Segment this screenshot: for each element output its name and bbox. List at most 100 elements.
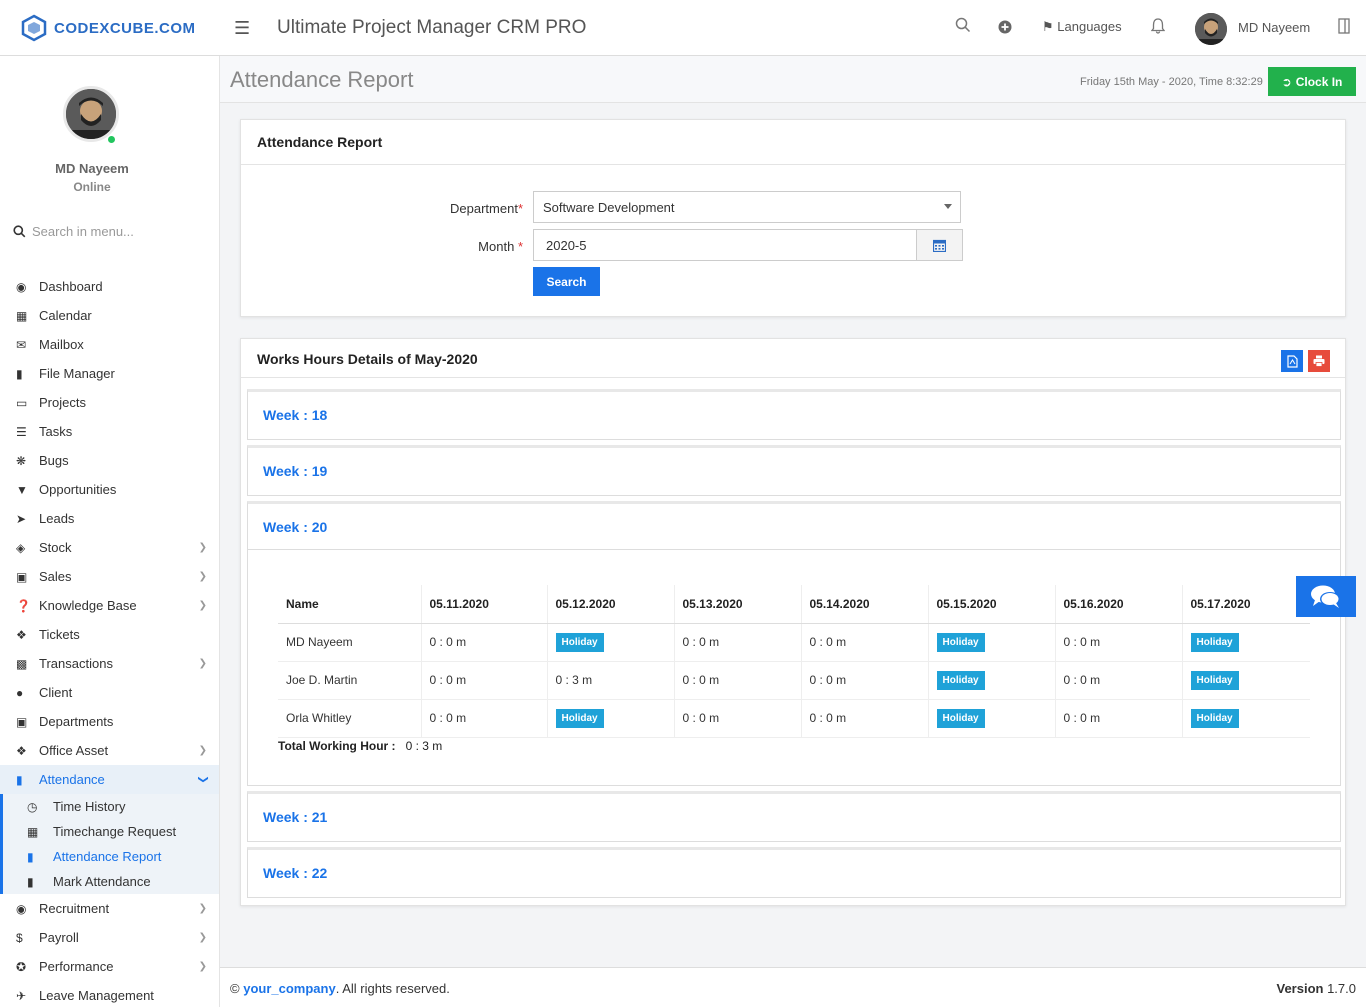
logo[interactable]: CODEXCUBE.COM xyxy=(20,14,196,42)
sidebar-avatar[interactable] xyxy=(63,86,119,142)
app-title: Ultimate Project Manager CRM PRO xyxy=(277,17,587,38)
search-icon[interactable] xyxy=(955,17,971,33)
week-panel[interactable]: Week : 18 xyxy=(247,389,1341,440)
hours-cell: 0 : 0 m xyxy=(1054,623,1182,662)
pdf-export-button[interactable] xyxy=(1281,350,1303,372)
search-button[interactable]: Search xyxy=(533,267,600,296)
menu-toggle-icon[interactable]: ☰ xyxy=(234,18,250,39)
holiday-cell: Holiday xyxy=(927,623,1055,662)
department-select[interactable]: Software Development xyxy=(533,191,961,223)
column-header: 05.15.2020 xyxy=(927,585,1055,624)
total-working-hour-value: 0 : 3 m xyxy=(405,739,443,753)
submenu-item-label: Timechange Request xyxy=(53,824,177,839)
sidebar-item-bugs[interactable]: ❋ Bugs xyxy=(0,446,219,475)
layers-icon: ◈ xyxy=(16,540,26,555)
sidebar-item-calendar[interactable]: ▦ Calendar xyxy=(0,301,219,330)
submenu-item-timechange-request[interactable]: ▦ Timechange Request xyxy=(3,819,219,844)
sidebar-item-knowledge-base[interactable]: ❓ Knowledge Base ❯ xyxy=(0,591,219,620)
sidebar-item-stock[interactable]: ◈ Stock ❯ xyxy=(0,533,219,562)
sidebar-item-leave-management[interactable]: ✈ Leave Management xyxy=(0,981,219,1007)
sidebar-item-performance[interactable]: ✪ Performance ❯ xyxy=(0,952,219,981)
sidebar-search-input[interactable]: Search in menu... xyxy=(32,224,134,239)
user-avatar[interactable] xyxy=(1195,13,1227,45)
chat-button[interactable] xyxy=(1296,576,1356,617)
sidebar-toggle-icon[interactable] xyxy=(1338,18,1350,34)
week-title[interactable]: Week : 21 xyxy=(248,794,1340,840)
top-user-name[interactable]: MD Nayeem xyxy=(1238,20,1310,35)
dollar-icon: $ xyxy=(16,930,23,945)
envelope-icon: ✉ xyxy=(16,337,27,352)
holiday-badge: Holiday xyxy=(555,708,604,728)
file-icon: ▮ xyxy=(16,366,23,381)
cube-icon: ❖ xyxy=(16,743,27,758)
submenu-item-attendance-report[interactable]: ▮ Attendance Report xyxy=(3,844,219,869)
sidebar-item-client[interactable]: ● Client xyxy=(0,678,219,707)
sidebar-item-file-manager[interactable]: ▮ File Manager xyxy=(0,359,219,388)
sidebar-item-mailbox[interactable]: ✉ Mailbox xyxy=(0,330,219,359)
week-panel[interactable]: Week : 19 xyxy=(247,445,1341,496)
table-row: Joe D. Martin 0 : 0 m 0 : 3 m 0 : 0 m 0 … xyxy=(278,661,1310,700)
works-hours-header: Works Hours Details of May-2020 xyxy=(241,339,1345,378)
month-label: Month * xyxy=(401,239,523,254)
sidebar-item-label: Stock xyxy=(39,540,72,555)
avatar-image-icon xyxy=(66,89,116,139)
employee-name: Joe D. Martin xyxy=(278,661,421,700)
company-link[interactable]: your_company xyxy=(243,981,335,996)
sidebar-item-tasks[interactable]: ☰ Tasks xyxy=(0,417,219,446)
sidebar-item-projects[interactable]: ▭ Projects xyxy=(0,388,219,417)
week-title[interactable]: Week : 19 xyxy=(248,448,1340,494)
comments-icon xyxy=(1311,585,1340,608)
filter-icon: ▼ xyxy=(16,482,28,497)
week-title[interactable]: Week : 20 xyxy=(248,504,1340,550)
required-mark: * xyxy=(517,239,523,254)
sidebar-menu: ◉ Dashboard ▦ Calendar ✉ Mailbox ▮ File Mana… xyxy=(0,272,219,1007)
sidebar-item-label: Bugs xyxy=(39,453,69,468)
hours-cell: 0 : 0 m xyxy=(673,661,801,700)
sidebar-item-recruitment[interactable]: ◉ Recruitment ❯ xyxy=(0,894,219,923)
works-hours-panel: Works Hours Details of May-2020 Week : 1… xyxy=(240,338,1346,906)
sidebar-item-opportunities[interactable]: ▼ Opportunities xyxy=(0,475,219,504)
month-picker-button[interactable] xyxy=(916,229,963,261)
chevron-right-icon: ❯ xyxy=(198,745,207,756)
submenu-item-time-history[interactable]: ◷ Time History xyxy=(3,794,219,819)
sidebar-search[interactable]: Search in menu... xyxy=(13,224,134,239)
print-button[interactable] xyxy=(1308,350,1330,372)
column-header: 05.13.2020 xyxy=(673,585,801,624)
calendar-icon: ▦ xyxy=(27,824,39,839)
week-title[interactable]: Week : 22 xyxy=(248,850,1340,896)
sidebar-item-label: Leave Management xyxy=(39,988,154,1003)
submenu-item-label: Attendance Report xyxy=(53,849,162,864)
month-input[interactable]: 2020-5 xyxy=(533,229,917,261)
submenu-item-mark-attendance[interactable]: ▮ Mark Attendance xyxy=(3,869,219,894)
sidebar-item-tickets[interactable]: ❖ Tickets xyxy=(0,620,219,649)
sidebar-item-label: Attendance xyxy=(39,772,105,787)
department-label-text: Department xyxy=(450,201,518,216)
online-status-dot xyxy=(107,135,116,144)
week-panel[interactable]: Week : 21 xyxy=(247,791,1341,842)
sidebar-item-payroll[interactable]: $ Payroll ❯ xyxy=(0,923,219,952)
sidebar-item-label: Projects xyxy=(39,395,86,410)
languages-menu[interactable]: ⚑ Languages xyxy=(1042,19,1122,35)
week-panel[interactable]: Week : 22 xyxy=(247,847,1341,898)
chevron-right-icon: ❯ xyxy=(198,571,207,582)
sidebar-item-office-asset[interactable]: ❖ Office Asset ❯ xyxy=(0,736,219,765)
version-value: 1.7.0 xyxy=(1327,981,1356,996)
sidebar-item-leads[interactable]: ➤ Leads xyxy=(0,504,219,533)
sidebar-item-dashboard[interactable]: ◉ Dashboard xyxy=(0,272,219,301)
clock-in-button[interactable]: ➲ Clock In xyxy=(1268,67,1356,96)
sidebar-item-label: Knowledge Base xyxy=(39,598,137,613)
sidebar-item-attendance[interactable]: ▮ Attendance ❯ xyxy=(0,765,219,794)
dribbble-icon: ✪ xyxy=(16,959,27,974)
plus-circle-icon[interactable] xyxy=(998,20,1012,34)
sidebar-item-departments[interactable]: ▣ Departments xyxy=(0,707,219,736)
table-row: Orla Whitley 0 : 0 m Holiday 0 : 0 m 0 :… xyxy=(278,699,1310,738)
bell-icon[interactable] xyxy=(1151,18,1165,34)
folder-icon: ▭ xyxy=(16,395,28,410)
file-text-icon: ▮ xyxy=(27,874,34,889)
sidebar-item-transactions[interactable]: ▩ Transactions ❯ xyxy=(0,649,219,678)
sidebar-item-sales[interactable]: ▣ Sales ❯ xyxy=(0,562,219,591)
holiday-badge: Holiday xyxy=(936,708,985,728)
holiday-badge: Holiday xyxy=(1190,632,1239,652)
sidebar-item-label: Leads xyxy=(39,511,75,526)
week-title[interactable]: Week : 18 xyxy=(248,392,1340,438)
